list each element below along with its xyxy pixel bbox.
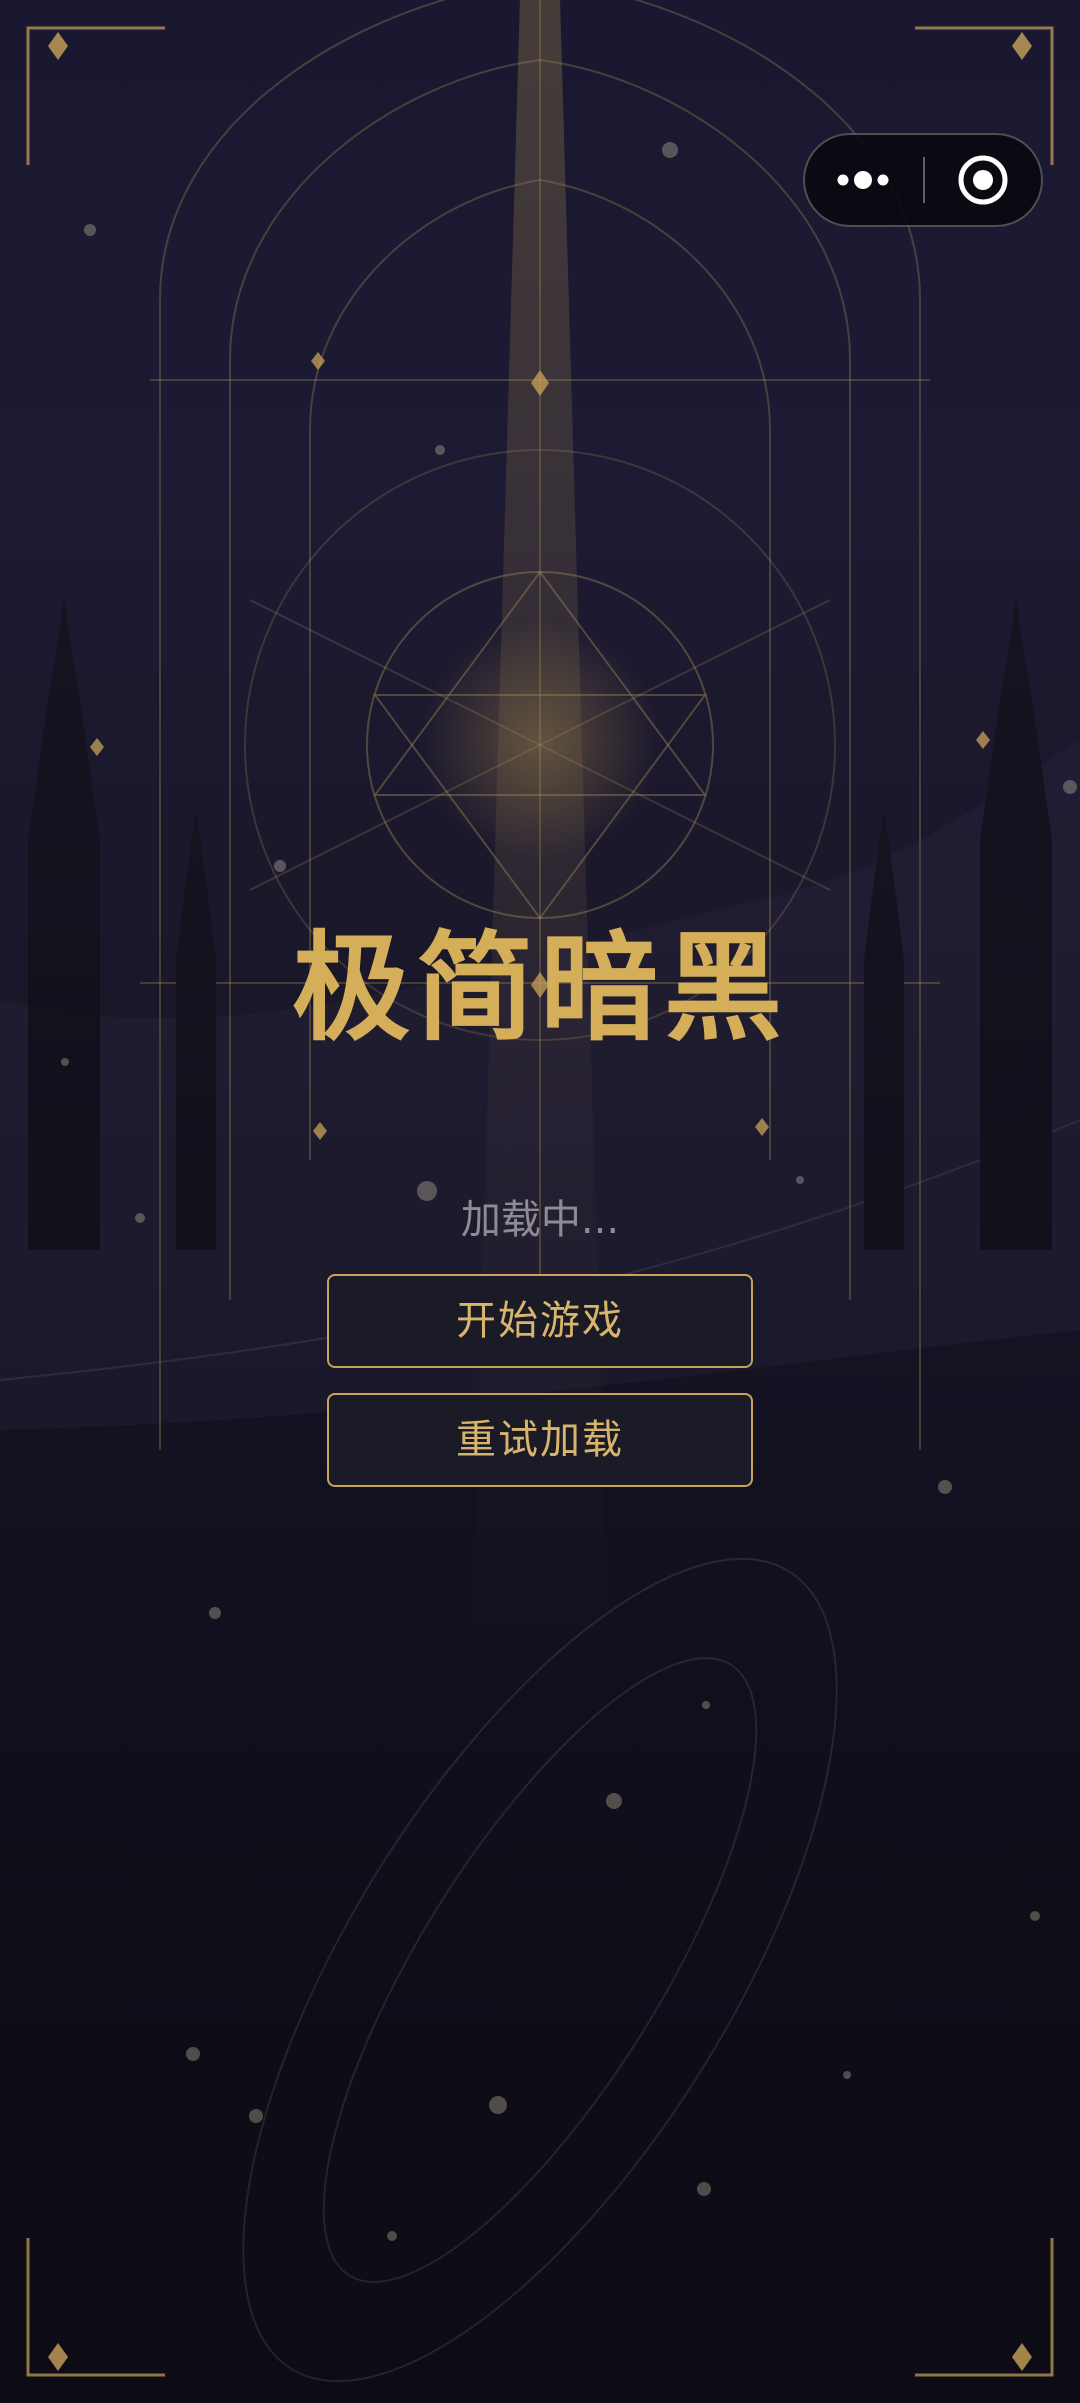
start-game-button[interactable]: 开始游戏 — [327, 1274, 753, 1368]
more-button[interactable] — [805, 135, 923, 225]
retry-load-button[interactable]: 重试加载 — [327, 1393, 753, 1487]
more-dots-icon — [837, 171, 889, 189]
close-button[interactable] — [925, 135, 1041, 225]
mini-program-capsule — [803, 133, 1043, 227]
game-title: 极简暗黑 — [291, 919, 788, 1057]
loading-status: 加载中... — [460, 1197, 620, 1243]
game-loading-screen: 极简暗黑 加载中... 开始游戏 重试加载 — [0, 0, 1080, 2403]
target-close-icon — [958, 155, 1008, 205]
